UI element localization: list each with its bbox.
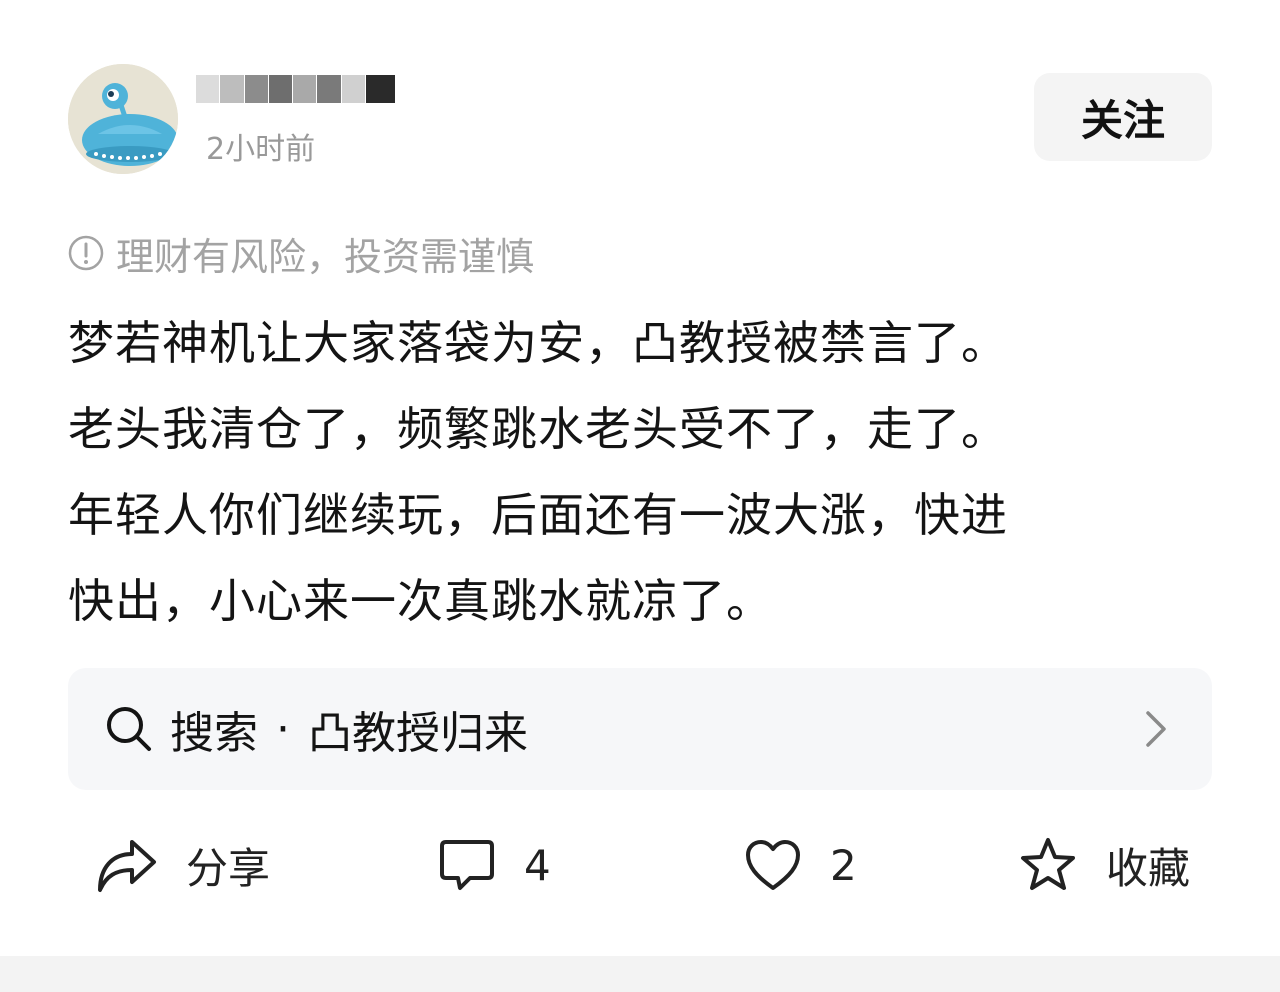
post-page: 2小时前 关注 理财有风险，投资需谨慎 梦若神机让大家落袋为安，凸教授被禁言了。… — [0, 0, 1280, 992]
chevron-right-icon — [1146, 711, 1166, 747]
post-line: 快出，小心来一次真跳水就凉了。 — [68, 574, 773, 628]
comment-count: 4 — [524, 840, 551, 890]
exclamation-circle-icon — [68, 235, 104, 271]
post-line: 梦若神机让大家落袋为安，凸教授被禁言了。 — [68, 316, 1008, 370]
star-icon — [1021, 838, 1075, 890]
post-content: 梦若神机让大家落袋为安，凸教授被禁言了。 老头我清仓了，频繁跳水老头受不了，走了… — [68, 300, 1218, 644]
share-label: 分享 — [186, 843, 271, 893]
like-count: 2 — [830, 840, 857, 890]
search-separator: · — [276, 703, 290, 755]
risk-notice: 理财有风险，投资需谨慎 — [68, 226, 534, 280]
search-label: 搜索 — [170, 708, 258, 759]
share-button[interactable]: 分享 — [96, 830, 270, 900]
related-search-text: 搜索 · 凸教授归来 — [170, 697, 528, 761]
alien-avatar-icon — [68, 64, 178, 174]
heart-icon — [746, 840, 800, 890]
username-redacted[interactable] — [196, 60, 396, 118]
favorite-button[interactable]: 收藏 — [1018, 830, 1190, 900]
comment-icon — [440, 840, 494, 890]
post-timestamp: 2小时前 — [206, 132, 316, 167]
search-query: 凸教授归来 — [308, 708, 528, 759]
share-icon — [98, 840, 156, 892]
post-line: 老头我清仓了，频繁跳水老头受不了，走了。 — [68, 402, 1008, 456]
post-line: 年轻人你们继续玩，后面还有一波大涨，快进 — [68, 488, 1008, 542]
search-icon — [107, 707, 151, 751]
like-button[interactable]: 2 — [744, 830, 857, 900]
comment-button[interactable]: 4 — [438, 830, 551, 900]
bottom-divider — [0, 956, 1280, 992]
follow-button[interactable]: 关注 — [1034, 73, 1212, 161]
favorite-label: 收藏 — [1106, 843, 1191, 893]
related-search-card[interactable]: 搜索 · 凸教授归来 — [68, 668, 1212, 790]
risk-notice-text: 理财有风险，投资需谨慎 — [116, 234, 535, 279]
avatar[interactable] — [68, 64, 178, 174]
